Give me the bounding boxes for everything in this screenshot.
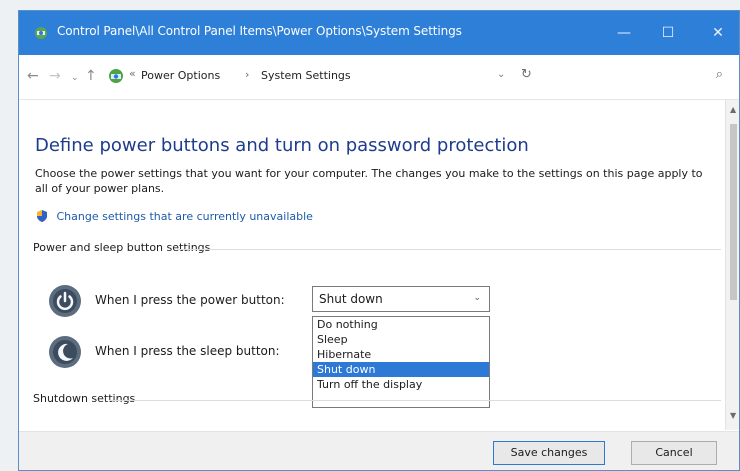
overflow-icon[interactable]: « xyxy=(129,67,136,80)
chevron-down-icon[interactable]: ⌄ xyxy=(473,293,481,303)
power-button-options-list: Do nothing Sleep Hibernate Shut down Tur… xyxy=(312,316,490,408)
scroll-up-icon[interactable]: ▲ xyxy=(730,105,736,114)
option-turn-off-display[interactable]: Turn off the display xyxy=(313,377,489,392)
search-input[interactable]: ⌕ xyxy=(559,63,729,89)
power-button-select-value: Shut down xyxy=(319,292,383,306)
sleep-button-label: When I press the sleep button: xyxy=(95,344,280,358)
close-icon: ✕ xyxy=(712,25,724,41)
content-area: Define power buttons and turn on passwor… xyxy=(19,100,725,430)
section-divider xyxy=(177,249,721,250)
address-bar: ← → ⌄ ↑ « Power Options › System Setting… xyxy=(19,55,739,100)
minimize-icon: — xyxy=(617,25,631,41)
change-settings-link-label[interactable]: Change settings that are currently unava… xyxy=(57,210,313,223)
page-description: Choose the power settings that you want … xyxy=(35,167,703,195)
minimize-button[interactable]: — xyxy=(601,11,647,55)
breadcrumb-power-options[interactable]: Power Options xyxy=(141,69,220,82)
control-panel-icon xyxy=(35,27,47,39)
recent-locations-icon[interactable]: ⌄ xyxy=(71,70,79,86)
up-arrow-icon[interactable]: ↑ xyxy=(85,68,97,84)
option-shut-down[interactable]: Shut down xyxy=(313,362,489,377)
control-panel-window: Control Panel\All Control Panel Items\Po… xyxy=(18,10,740,471)
forward-arrow-icon[interactable]: → xyxy=(49,68,61,84)
back-arrow-icon[interactable]: ← xyxy=(27,68,39,84)
save-changes-button[interactable]: Save changes xyxy=(493,441,605,465)
page-title: Define power buttons and turn on passwor… xyxy=(35,135,529,156)
refresh-icon[interactable]: ↻ xyxy=(521,67,532,82)
footer-bar: Save changes Cancel xyxy=(19,431,739,470)
window-title: Control Panel\All Control Panel Items\Po… xyxy=(57,24,462,38)
vertical-scrollbar[interactable]: ▲ ▼ xyxy=(725,100,739,430)
sleep-icon xyxy=(49,336,81,368)
power-icon xyxy=(49,285,81,317)
breadcrumb-separator-icon[interactable]: › xyxy=(245,68,249,81)
option-hibernate[interactable]: Hibernate xyxy=(313,347,489,362)
change-settings-link[interactable]: Change settings that are currently unava… xyxy=(35,209,313,223)
power-button-label: When I press the power button: xyxy=(95,293,285,307)
title-bar: Control Panel\All Control Panel Items\Po… xyxy=(19,11,739,55)
scroll-thumb[interactable] xyxy=(730,124,737,300)
maximize-button[interactable]: ☐ xyxy=(645,11,691,55)
scroll-down-icon[interactable]: ▼ xyxy=(730,411,736,420)
close-button[interactable]: ✕ xyxy=(695,11,739,55)
power-sleep-section-label: Power and sleep button settings xyxy=(33,241,211,254)
maximize-icon: ☐ xyxy=(661,25,675,41)
address-box[interactable]: « Power Options › System Settings ⌄ ↻ xyxy=(107,63,553,89)
power-button-select[interactable]: Shut down ⌄ xyxy=(312,286,490,312)
option-do-nothing[interactable]: Do nothing xyxy=(313,317,489,332)
address-dropdown-icon[interactable]: ⌄ xyxy=(497,69,505,80)
shield-icon xyxy=(37,210,47,222)
search-icon[interactable]: ⌕ xyxy=(716,67,723,82)
shutdown-section-label: Shutdown settings xyxy=(33,392,136,405)
option-sleep[interactable]: Sleep xyxy=(313,332,489,347)
section-divider xyxy=(109,400,721,401)
breadcrumb-system-settings[interactable]: System Settings xyxy=(261,69,351,82)
control-panel-icon xyxy=(109,69,123,83)
cancel-button[interactable]: Cancel xyxy=(631,441,717,465)
